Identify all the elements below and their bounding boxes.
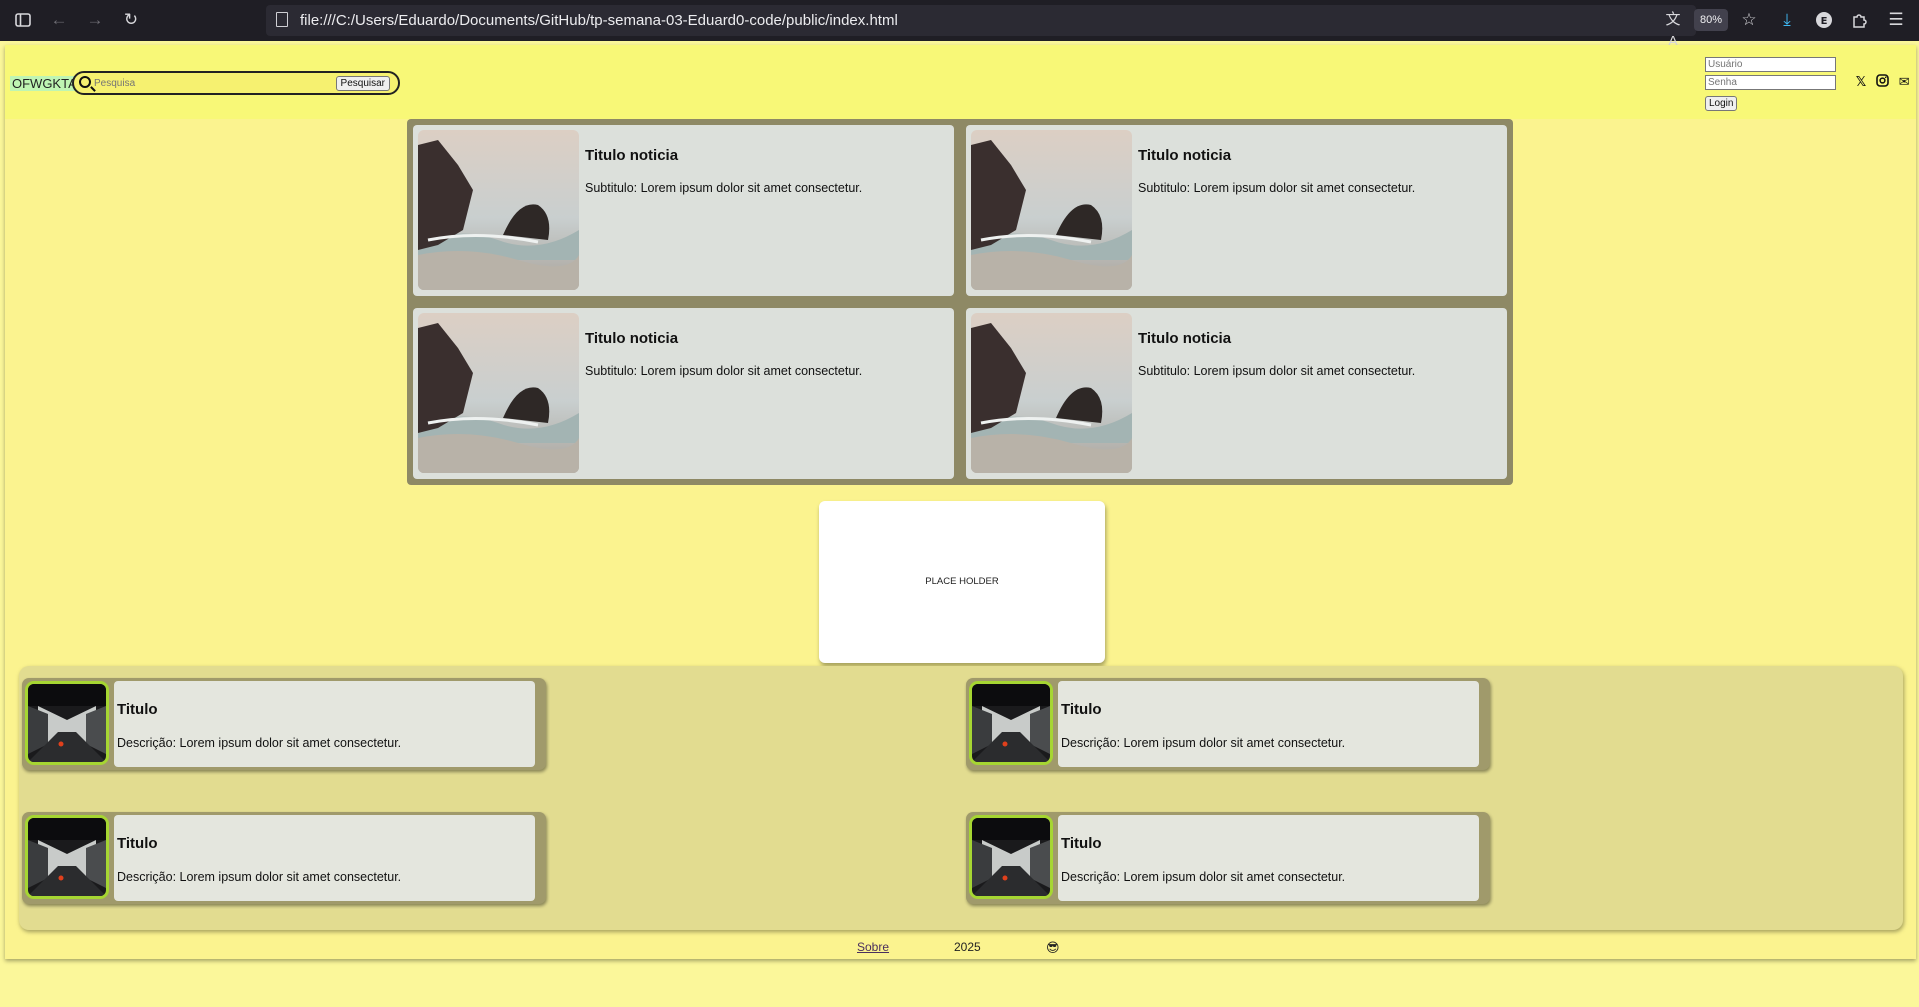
news-title: Titulo noticia (585, 147, 679, 164)
zoom-level[interactable]: 80% (1694, 9, 1728, 31)
item-body: Titulo Descrição: Lorem ipsum dolor sit … (114, 681, 535, 767)
news-image (418, 313, 579, 473)
svg-text:E: E (1821, 16, 1828, 27)
news-card[interactable]: Titulo noticia Subtitulo: Lorem ipsum do… (966, 125, 1507, 296)
reload-icon[interactable]: ↻ (120, 9, 142, 31)
news-subtitle: Subtitulo: Lorem ipsum dolor sit amet co… (1138, 181, 1416, 195)
search-icon (79, 76, 91, 88)
item-title: Titulo (1061, 701, 1102, 718)
item-title: Titulo (117, 835, 158, 852)
item-card[interactable]: Titulo Descrição: Lorem ipsum dolor sit … (966, 678, 1490, 770)
news-title: Titulo noticia (1138, 330, 1232, 347)
address-bar[interactable]: file:///C:/Users/Eduardo/Documents/GitHu… (266, 5, 1696, 36)
news-title: Titulo noticia (585, 330, 679, 347)
item-body: Titulo Descrição: Lorem ipsum dolor sit … (1058, 681, 1479, 767)
news-subtitle: Subtitulo: Lorem ipsum dolor sit amet co… (585, 181, 863, 195)
menu-icon[interactable]: ☰ (1885, 9, 1907, 31)
news-card[interactable]: Titulo noticia Subtitulo: Lorem ipsum do… (966, 308, 1507, 479)
search-input[interactable] (94, 75, 334, 91)
search-button[interactable]: Pesquisar (335, 76, 390, 91)
item-body: Titulo Descrição: Lorem ipsum dolor sit … (114, 815, 535, 901)
username-input[interactable] (1705, 57, 1836, 72)
x-icon[interactable]: 𝕏 (1852, 74, 1870, 90)
item-card[interactable]: Titulo Descrição: Lorem ipsum dolor sit … (966, 812, 1490, 904)
item-thumbnail (969, 681, 1053, 765)
about-link[interactable]: Sobre (857, 940, 889, 954)
sidebar-toggle-icon[interactable] (12, 9, 34, 31)
site-header: OFWGKTA Pesquisar Login 𝕏 ✉ (5, 45, 1916, 119)
item-thumbnail (25, 681, 109, 765)
news-image (971, 130, 1132, 290)
forward-icon[interactable]: → (84, 9, 106, 31)
bookmark-star-icon[interactable]: ☆ (1738, 9, 1760, 31)
sunglasses-emoji-icon: 😎 (1046, 940, 1060, 955)
item-description: Descrição: Lorem ipsum dolor sit amet co… (117, 736, 402, 750)
item-description: Descrição: Lorem ipsum dolor sit amet co… (117, 870, 402, 884)
site-logo[interactable]: OFWGKTA (10, 76, 79, 91)
news-grid: Titulo noticia Subtitulo: Lorem ipsum do… (407, 119, 1513, 485)
item-thumbnail (969, 815, 1053, 899)
item-title: Titulo (117, 701, 158, 718)
news-subtitle: Subtitulo: Lorem ipsum dolor sit amet co… (1138, 364, 1416, 378)
translate-icon[interactable]: 文A (1662, 9, 1684, 50)
placeholder-box: PLACE HOLDER (819, 501, 1105, 663)
news-title: Titulo noticia (1138, 147, 1232, 164)
site-footer: Sobre 2025 😎 (5, 940, 1916, 956)
password-input[interactable] (1705, 75, 1836, 90)
news-card[interactable]: Titulo noticia Subtitulo: Lorem ipsum do… (413, 125, 954, 296)
news-image (418, 130, 579, 290)
news-subtitle: Subtitulo: Lorem ipsum dolor sit amet co… (585, 364, 863, 378)
url-text[interactable]: file:///C:/Users/Eduardo/Documents/GitHu… (300, 12, 898, 29)
back-icon[interactable]: ← (48, 9, 70, 31)
page: OFWGKTA Pesquisar Login 𝕏 ✉ Titulo notic… (5, 45, 1916, 959)
search-bar: Pesquisar (72, 71, 400, 95)
item-title: Titulo (1061, 835, 1102, 852)
login-form: Login (1705, 57, 1836, 111)
extension-e-icon[interactable]: E (1813, 9, 1835, 31)
items-section: Titulo Descrição: Lorem ipsum dolor sit … (19, 666, 1903, 930)
instagram-icon[interactable] (1874, 74, 1892, 89)
news-image (971, 313, 1132, 473)
item-description: Descrição: Lorem ipsum dolor sit amet co… (1061, 870, 1346, 884)
download-icon[interactable]: ⤓ (1776, 9, 1798, 31)
browser-toolbar: ← → ↻ file:///C:/Users/Eduardo/Documents… (0, 0, 1919, 50)
item-description: Descrição: Lorem ipsum dolor sit amet co… (1061, 736, 1346, 750)
footer-year: 2025 (954, 940, 981, 954)
login-button[interactable]: Login (1705, 96, 1738, 111)
item-thumbnail (25, 815, 109, 899)
news-card[interactable]: Titulo noticia Subtitulo: Lorem ipsum do… (413, 308, 954, 479)
file-icon (276, 12, 288, 27)
item-card[interactable]: Titulo Descrição: Lorem ipsum dolor sit … (22, 678, 546, 770)
item-body: Titulo Descrição: Lorem ipsum dolor sit … (1058, 815, 1479, 901)
extensions-puzzle-icon[interactable] (1849, 9, 1871, 31)
social-links: 𝕏 ✉ (1852, 74, 1913, 90)
item-card[interactable]: Titulo Descrição: Lorem ipsum dolor sit … (22, 812, 546, 904)
mail-icon[interactable]: ✉ (1895, 74, 1913, 90)
